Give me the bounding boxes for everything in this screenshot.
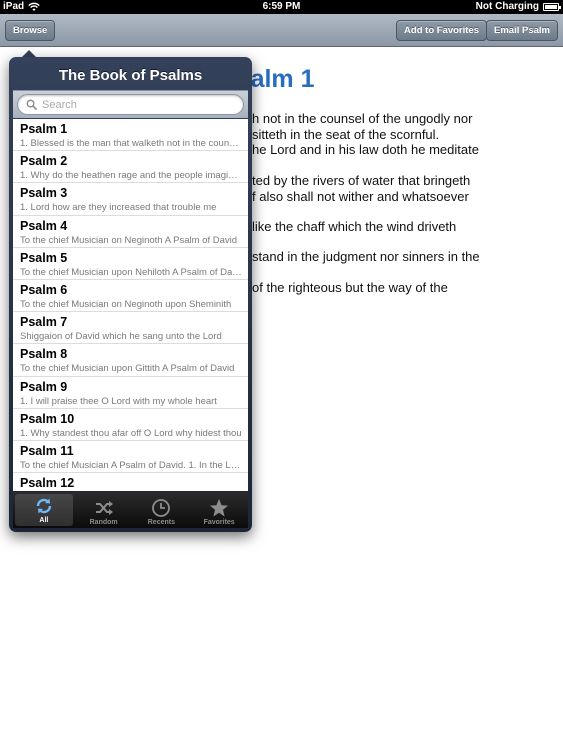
verse-paragraph: h not in the counsel of the ungodly nor …	[252, 111, 552, 143]
shuffle-icon	[95, 501, 113, 515]
list-item-subtitle: To the chief Musician A Psalm of David. …	[20, 459, 242, 471]
psalms-popover: The Book of Psalms Search Psalm 1 1. Ble…	[9, 57, 252, 532]
clock-icon	[152, 499, 171, 517]
list-item-subtitle: 1. Blessed is the man that walketh not i…	[20, 138, 242, 149]
tab-label: Favorites	[203, 519, 235, 526]
list-item-title: Psalm 5	[20, 250, 68, 265]
search-input[interactable]: Search	[17, 94, 244, 115]
list-item[interactable]: Psalm 2 1. Why do the heathen rage and t…	[13, 151, 248, 184]
tab-label: Recents	[147, 519, 175, 526]
list-item[interactable]: Psalm 3 1. Lord how are they increased t…	[13, 183, 248, 216]
tab-all[interactable]: All	[15, 494, 73, 526]
verse-line: h not in the counsel of the ungodly nor	[252, 111, 473, 126]
search-bar: Search	[13, 90, 248, 118]
star-icon	[210, 499, 229, 517]
verse-line: stand in the judgment nor sinners in the	[252, 249, 480, 264]
list-item-title: Psalm 8	[20, 347, 68, 362]
tab-favorites[interactable]: Favorites	[190, 492, 248, 528]
battery-status: Not Charging	[475, 1, 539, 12]
list-item-title: Psalm 11	[20, 443, 74, 458]
list-item-subtitle: To the chief Musician upon Gittith A Psa…	[20, 363, 235, 375]
psalm-list[interactable]: Psalm 1 1. Blessed is the man that walke…	[13, 119, 248, 491]
list-item[interactable]: Psalm 9 1. I will praise thee O Lord wit…	[13, 377, 248, 409]
list-item-title: Psalm 7	[20, 315, 68, 330]
verse-paragraph: stand in the judgment nor sinners in the	[252, 249, 552, 265]
list-item-title: Psalm 12	[20, 476, 75, 491]
list-item-title: Psalm 2	[20, 154, 68, 169]
list-item-subtitle: To the chief Musician on Neginoth upon S…	[20, 298, 232, 310]
tab-label: All	[39, 517, 49, 524]
verse-paragraph: like the chaff which the wind driveth	[252, 219, 552, 235]
list-item[interactable]: Psalm 5 To the chief Musician upon Nehil…	[13, 248, 248, 280]
verse-line: he Lord and in his law doth he meditate	[252, 142, 479, 157]
verse-line: of the righteous but the way of the	[252, 280, 448, 295]
battery-icon	[543, 2, 561, 11]
verse-line: sitteth in the seat of the scornful.	[252, 127, 440, 142]
search-placeholder: Search	[42, 98, 77, 111]
list-item[interactable]: Psalm 8 To the chief Musician upon Gitti…	[13, 344, 248, 377]
top-toolbar: Browse Add to Favorites Email Psalm	[0, 14, 563, 47]
verse-paragraph: he Lord and in his law doth he meditate	[252, 142, 552, 158]
list-item[interactable]: Psalm 11 To the chief Musician A Psalm o…	[13, 441, 248, 474]
browse-button[interactable]: Browse	[5, 20, 56, 41]
list-item-title: Psalm 4	[20, 218, 68, 233]
tab-label: Random	[89, 519, 118, 526]
popover-title: The Book of Psalms	[58, 67, 203, 84]
list-item-subtitle: 1. Lord how are they increased that trou…	[20, 202, 217, 214]
verse-line: like the chaff which the wind driveth	[252, 219, 457, 234]
list-item[interactable]: Psalm 10 1. Why standest thou afar off O…	[13, 409, 248, 441]
list-item[interactable]: Psalm 6 To the chief Musician on Neginot…	[13, 280, 248, 313]
tab-random[interactable]: Random	[75, 492, 133, 528]
list-item-subtitle: To the chief Musician upon Nehiloth A Ps…	[20, 266, 242, 278]
verse-paragraph: of the righteous but the way of the	[252, 280, 552, 296]
status-bar: iPad 6:59 PM Not Charging	[0, 0, 563, 14]
list-item[interactable]: Psalm 1 1. Blessed is the man that walke…	[13, 119, 248, 152]
list-item-title: Psalm 10	[20, 411, 75, 426]
list-item-subtitle: Shiggaion of David which he sang unto th…	[20, 331, 222, 343]
list-item[interactable]: Psalm 7 Shiggaion of David which he sang…	[13, 312, 248, 345]
list-item[interactable]: Psalm 4 To the chief Musician on Neginot…	[13, 216, 248, 248]
list-item-subtitle: 1. Why standest thou afar off O Lord why…	[20, 427, 242, 439]
email-psalm-button[interactable]: Email Psalm	[486, 20, 558, 41]
refresh-icon	[36, 498, 52, 514]
list-item-subtitle: To the chief Musician on Neginoth A Psal…	[20, 234, 238, 246]
list-item[interactable]: Psalm 12	[13, 473, 248, 491]
list-item-title: Psalm 3	[20, 186, 68, 201]
tab-recents[interactable]: Recents	[133, 492, 191, 528]
add-to-favorites-button[interactable]: Add to Favorites	[396, 20, 487, 41]
list-item-subtitle: 1. I will praise thee O Lord with my who…	[20, 395, 217, 407]
verse-line: f also shall not wither and whatsoever	[252, 189, 469, 204]
popover-tab-bar: All Random Recents Favorites	[13, 492, 248, 528]
search-icon	[26, 99, 37, 110]
verse-line: ted by the rivers of water that bringeth	[252, 173, 471, 188]
list-item-title: Psalm 1	[20, 122, 68, 136]
list-item-title: Psalm 6	[20, 282, 68, 297]
verse-paragraph: ted by the rivers of water that bringeth…	[252, 173, 552, 205]
list-item-subtitle: 1. Why do the heathen rage and the peopl…	[20, 170, 242, 182]
list-item-title: Psalm 9	[20, 379, 68, 394]
